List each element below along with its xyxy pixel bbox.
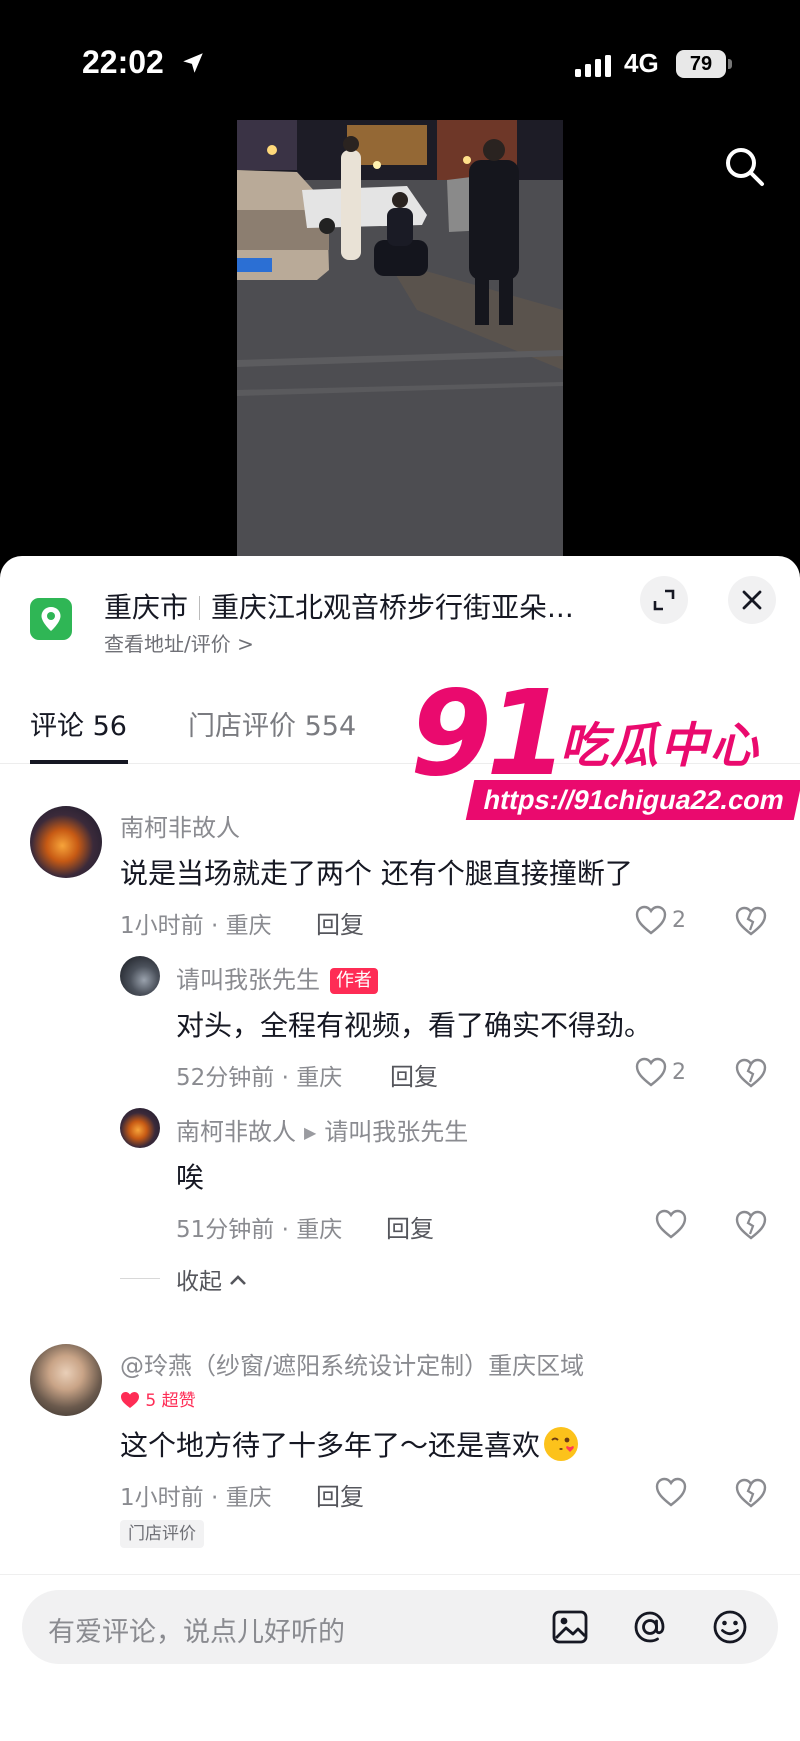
reply-meta: 51分钟前 · 重庆: [176, 1217, 343, 1243]
reply-button[interactable]: 回复: [316, 905, 364, 940]
avatar[interactable]: [120, 1108, 160, 1148]
reply-username[interactable]: 请叫我张先生 作者: [176, 960, 378, 995]
reply-button[interactable]: 回复: [386, 1209, 434, 1244]
reply-username-text: 南柯非故人: [176, 1118, 296, 1146]
mention-at-icon[interactable]: [630, 1607, 670, 1647]
tab-comments[interactable]: 评论 56: [30, 704, 127, 743]
place-title[interactable]: 重庆市 重庆江北观音桥步行街亚朵...: [104, 586, 574, 626]
input-divider: [0, 1574, 800, 1575]
cellular-signal-icon: [575, 55, 611, 77]
reply-meta: 52分钟前 · 重庆: [176, 1065, 343, 1091]
network-type: 4G: [624, 48, 659, 78]
tab-store-reviews[interactable]: 门店评价 554: [188, 704, 356, 743]
broken-heart-icon[interactable]: [734, 1056, 768, 1090]
like-count: 2: [672, 1059, 686, 1085]
search-icon[interactable]: [720, 142, 768, 190]
title-divider: [199, 596, 201, 620]
video-scene: [237, 120, 563, 560]
super-like-text: 5 超赞: [145, 1391, 196, 1411]
view-address-link[interactable]: 查看地址/评价 >: [104, 628, 254, 657]
author-badge: 作者: [330, 968, 378, 994]
collapse-replies-button[interactable]: 收起: [176, 1262, 247, 1296]
avatar[interactable]: [120, 956, 160, 996]
watermark-url: https://91chigua22.com: [465, 780, 800, 820]
kissing-wink-emoji-icon: [544, 1427, 579, 1461]
status-bar: 22:02 4G 79: [0, 0, 800, 130]
broken-heart-icon[interactable]: [734, 1208, 768, 1242]
reply-text[interactable]: 唉: [176, 1156, 204, 1196]
heart-icon: [635, 1057, 667, 1087]
comment-meta: 1小时前 · 重庆: [120, 1485, 272, 1511]
watermark-logo: 91 吃瓜中心 https://91chigua22.com: [400, 670, 800, 830]
like-button[interactable]: [654, 1206, 688, 1242]
chevron-up-icon: [230, 1275, 247, 1285]
reply-to-username: 请叫我张先生: [324, 1118, 469, 1146]
heart-icon: [635, 905, 667, 935]
like-button[interactable]: [654, 1474, 688, 1510]
like-button[interactable]: 2: [634, 902, 686, 938]
close-icon: [742, 590, 762, 610]
comment-input-bar[interactable]: 有爱评论，说点儿好听的: [22, 1590, 778, 1664]
comment-username[interactable]: 南柯非故人: [120, 808, 240, 843]
comment-meta: 1小时前 · 重庆: [120, 913, 272, 939]
watermark-text: 吃瓜中心: [560, 718, 761, 774]
super-like-badge: 5 超赞: [120, 1386, 196, 1411]
video-player[interactable]: [0, 120, 800, 560]
battery-icon: 79: [676, 50, 726, 78]
broken-heart-icon[interactable]: [734, 1476, 768, 1510]
avatar[interactable]: [30, 1344, 102, 1416]
broken-heart-icon[interactable]: [734, 904, 768, 938]
avatar[interactable]: [30, 806, 102, 878]
active-tab-indicator: [30, 760, 128, 764]
place-name: 重庆江北观音桥步行街亚朵...: [211, 591, 574, 624]
place-city: 重庆市: [104, 591, 189, 624]
reply-username[interactable]: 南柯非故人 ▶ 请叫我张先生: [176, 1112, 468, 1147]
video-frame[interactable]: [237, 120, 563, 560]
expand-button[interactable]: [640, 576, 688, 624]
like-button[interactable]: 2: [634, 1054, 686, 1090]
heart-icon: [655, 1477, 687, 1507]
status-time: 22:02: [82, 44, 164, 80]
collapse-divider: [120, 1278, 160, 1279]
reply-username-text: 请叫我张先生: [176, 966, 320, 994]
reply-button[interactable]: 回复: [390, 1057, 438, 1092]
location-arrow-icon: [183, 53, 203, 73]
comment-text[interactable]: 这个地方待了十多年了～还是喜欢: [120, 1424, 579, 1464]
reply-text[interactable]: 对头，全程有视频，看了确实不得劲。: [176, 1004, 652, 1044]
battery-tip: [728, 59, 732, 69]
emoji-icon[interactable]: [710, 1607, 750, 1647]
heart-filled-icon: [121, 1392, 139, 1408]
comment-input-placeholder[interactable]: 有爱评论，说点儿好听的: [48, 1610, 345, 1649]
heart-icon: [655, 1209, 687, 1239]
expand-icon: [653, 589, 675, 611]
reply-to-arrow-icon: ▶: [304, 1123, 317, 1142]
image-picker-icon[interactable]: [550, 1607, 590, 1647]
location-pin-icon: [30, 598, 72, 640]
watermark-number: 91: [410, 664, 568, 802]
collapse-label: 收起: [176, 1269, 222, 1295]
like-count: 2: [672, 907, 686, 933]
comment-text-content: 这个地方待了十多年了～还是喜欢: [120, 1429, 541, 1462]
store-review-tag[interactable]: 门店评价: [120, 1520, 204, 1548]
close-button[interactable]: [728, 576, 776, 624]
reply-button[interactable]: 回复: [316, 1477, 364, 1512]
comment-text[interactable]: 说是当场就走了两个 还有个腿直接撞断了: [120, 852, 633, 892]
comment-username[interactable]: @玲燕（纱窗/遮阳系统设计定制）重庆区域: [120, 1346, 584, 1381]
bottom-safe-area: [0, 1690, 800, 1741]
